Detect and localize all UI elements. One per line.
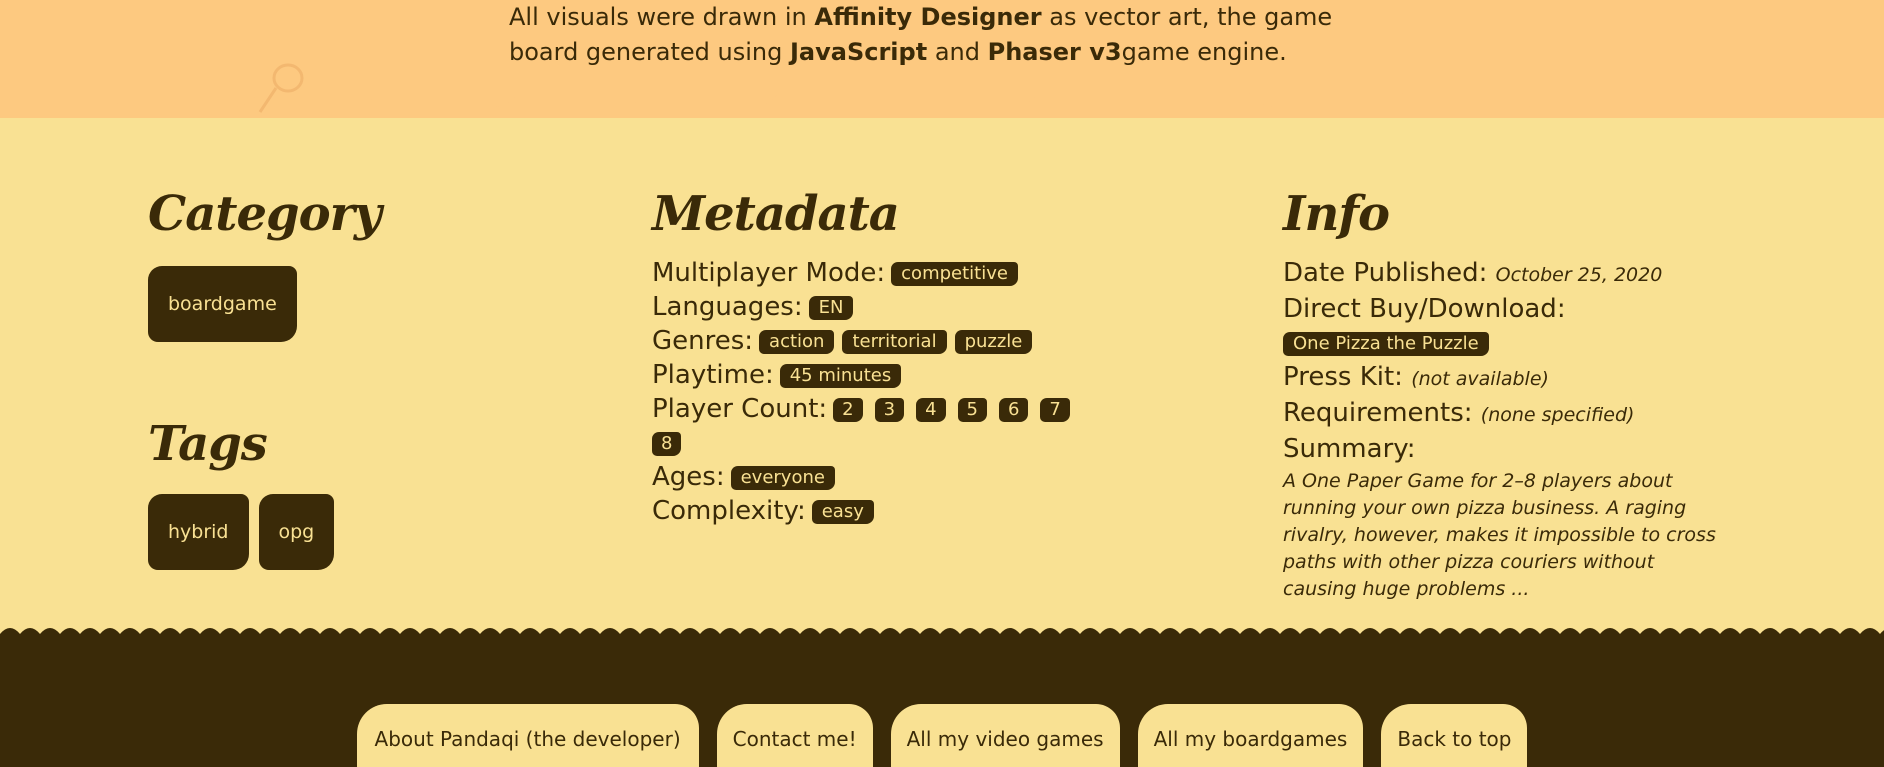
player-count-chip-7[interactable]: 7 <box>1040 398 1070 422</box>
date-value: October 25, 2020 <box>1495 264 1663 286</box>
player-count-label: Player Count: <box>652 394 828 424</box>
footer-link-boardgames[interactable]: All my boardgames <box>1137 704 1364 767</box>
playtime-label: Playtime: <box>652 360 774 390</box>
tag-list: hybrid opg <box>148 494 568 570</box>
intro-paragraph: All visuals were drawn in Affinity Desig… <box>509 0 1409 70</box>
intro-bold: Affinity Designer <box>814 3 1042 31</box>
tag-chip-opg[interactable]: opg <box>258 494 335 570</box>
playtime-row: Playtime: 45 minutes <box>652 358 1252 392</box>
player-count-chip-8[interactable]: 8 <box>652 432 682 456</box>
player-count-chip-4[interactable]: 4 <box>916 398 946 422</box>
tag-chip-hybrid[interactable]: hybrid <box>148 494 249 570</box>
presskit-value: (not available) <box>1411 368 1549 390</box>
footer-link-video-games[interactable]: All my video games <box>890 704 1120 767</box>
category-heading: Category <box>148 186 382 242</box>
ages-chip[interactable]: everyone <box>730 466 835 490</box>
ring-decoration-icon <box>258 63 304 113</box>
playtime-chip[interactable]: 45 minutes <box>779 364 902 388</box>
languages-row: Languages: EN <box>652 290 1252 324</box>
requirements-label: Requirements: <box>1283 398 1473 428</box>
download-row: One Pizza the Puzzle <box>1283 326 1753 360</box>
summary-text: A One Paper Game for 2–8 players about r… <box>1283 470 1716 600</box>
presskit-row: Press Kit: (not available) <box>1283 360 1753 396</box>
multiplayer-label: Multiplayer Mode: <box>652 258 886 288</box>
category-column: Category boardgame Tags hybrid opg <box>148 182 568 570</box>
multiplayer-chip[interactable]: competitive <box>891 262 1018 286</box>
download-label: Direct Buy/Download: <box>1283 294 1566 324</box>
date-label: Date Published: <box>1283 258 1488 288</box>
intro-bold: Phaser v3 <box>987 38 1122 66</box>
genres-label: Genres: <box>652 326 754 356</box>
complexity-row: Complexity: easy <box>652 494 1252 528</box>
tags-heading: Tags <box>148 416 268 472</box>
player-count-row-cont: 8 <box>652 426 1252 460</box>
summary-label: Summary: <box>1283 434 1416 464</box>
multiplayer-row: Multiplayer Mode: competitive <box>652 256 1252 290</box>
genre-chip-action[interactable]: action <box>759 330 835 354</box>
language-chip-en[interactable]: EN <box>808 296 854 320</box>
ages-row: Ages: everyone <box>652 460 1252 494</box>
category-chip-boardgame[interactable]: boardgame <box>148 266 297 342</box>
ages-label: Ages: <box>652 462 725 492</box>
intro-bold: JavaScript <box>789 38 928 66</box>
date-row: Date Published: October 25, 2020 <box>1283 256 1753 292</box>
complexity-chip[interactable]: easy <box>811 500 874 524</box>
info-heading: Info <box>1283 186 1390 242</box>
player-count-chip-3[interactable]: 3 <box>874 398 905 422</box>
info-list: Date Published: October 25, 2020 Direct … <box>1283 256 1753 603</box>
metadata-list: Multiplayer Mode: competitive Languages: E… <box>652 256 1252 528</box>
footer-nav: About Pandaqi (the developer) Contact me… <box>0 704 1884 767</box>
requirements-value: (none specified) <box>1480 404 1635 426</box>
player-count-chip-2[interactable]: 2 <box>833 398 863 422</box>
player-count-chip-6[interactable]: 6 <box>998 398 1029 422</box>
intro-text: game engine. <box>1121 38 1287 66</box>
requirements-row: Requirements: (none specified) <box>1283 396 1753 432</box>
download-link-chip[interactable]: One Pizza the Puzzle <box>1283 332 1489 356</box>
metadata-heading: Metadata <box>652 186 900 242</box>
player-count-row: Player Count: 2 3 4 5 6 7 <box>652 392 1252 426</box>
genre-chip-puzzle[interactable]: puzzle <box>954 330 1033 354</box>
presskit-label: Press Kit: <box>1283 362 1403 392</box>
genres-row: Genres: action territorial puzzle <box>652 324 1252 358</box>
complexity-label: Complexity: <box>652 496 806 526</box>
player-count-chip-5[interactable]: 5 <box>957 398 987 422</box>
languages-label: Languages: <box>652 292 803 322</box>
info-column: Info Date Published: October 25, 2020 Di… <box>1283 182 1753 603</box>
footer-link-contact[interactable]: Contact me! <box>716 704 873 767</box>
metadata-column: Metadata Multiplayer Mode: competitive La… <box>652 182 1252 528</box>
intro-text: and <box>927 38 988 66</box>
footer-link-about[interactable]: About Pandaqi (the developer) <box>356 704 699 767</box>
intro-text: All visuals were drawn in <box>509 3 815 31</box>
category-list: boardgame <box>148 266 568 342</box>
genre-chip-territorial[interactable]: territorial <box>842 330 947 354</box>
footer-link-back-to-top[interactable]: Back to top <box>1381 704 1528 767</box>
